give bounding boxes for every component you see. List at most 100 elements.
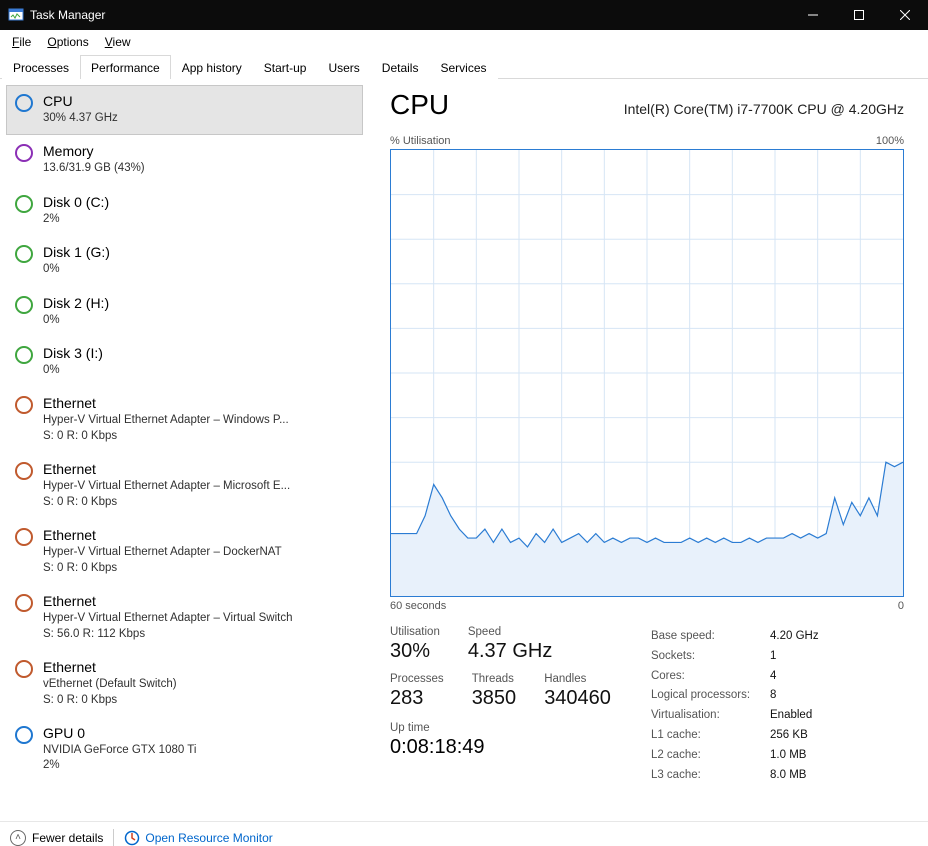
sidebar-item-title: GPU 0: [43, 724, 196, 743]
sidebar-item-sub: vEthernet (Default Switch): [43, 677, 177, 693]
detail-row: Logical processors:8: [651, 687, 819, 705]
sidebar-item-cpu[interactable]: CPU30% 4.37 GHz: [6, 85, 363, 135]
tab-performance[interactable]: Performance: [80, 55, 171, 79]
chevron-up-icon[interactable]: ˄: [10, 830, 26, 846]
mem-icon: [15, 144, 33, 162]
detail-row: Base speed:4.20 GHz: [651, 628, 819, 646]
detail-row: Cores:4: [651, 668, 819, 686]
cpu-model: Intel(R) Core(TM) i7-7700K CPU @ 4.20GHz: [624, 101, 904, 117]
chart-label-top-right: 100%: [876, 135, 904, 147]
sidebar-item-sub: 2%: [43, 758, 196, 774]
maximize-button[interactable]: [836, 0, 882, 30]
detail-row: L2 cache:1.0 MB: [651, 747, 819, 765]
page-title: CPU: [390, 89, 449, 121]
sidebar-item-title: Disk 3 (I:): [43, 344, 103, 363]
sidebar-item-ethernet[interactable]: EthernetHyper-V Virtual Ethernet Adapter…: [6, 585, 363, 651]
stat-utilisation: Utilisation30%: [390, 626, 440, 663]
net-icon: [15, 462, 33, 480]
app-icon: [8, 7, 24, 23]
sidebar-item-title: Ethernet: [43, 592, 293, 611]
net-icon: [15, 594, 33, 612]
gpu-icon: [15, 726, 33, 744]
net-icon: [15, 396, 33, 414]
cpu-details-table: Base speed:4.20 GHz Sockets:1 Cores:4Logic…: [649, 626, 821, 787]
stat-speed: Speed4.37 GHz: [468, 626, 552, 663]
detail-row: L3 cache:8.0 MB: [651, 767, 819, 785]
disk-icon: [15, 346, 33, 364]
sidebar-item-title: Disk 2 (H:): [43, 294, 109, 313]
sidebar-item-ethernet[interactable]: EthernetHyper-V Virtual Ethernet Adapter…: [6, 387, 363, 453]
sidebar-item-sub: 0%: [43, 363, 103, 379]
net-icon: [15, 660, 33, 678]
cpu-icon: [15, 94, 33, 112]
sidebar-item-sub: S: 0 R: 0 Kbps: [43, 495, 290, 511]
disk-icon: [15, 296, 33, 314]
sidebar-item-title: Disk 0 (C:): [43, 193, 109, 212]
window-title: Task Manager: [30, 8, 790, 22]
sidebar-item-sub: Hyper-V Virtual Ethernet Adapter – Docke…: [43, 545, 282, 561]
sidebar: CPU30% 4.37 GHzMemory13.6/31.9 GB (43%)D…: [0, 79, 368, 821]
resource-monitor-icon: [124, 830, 140, 846]
chart-label-bot-left: 60 seconds: [390, 600, 446, 612]
uptime-value: 0:08:18:49: [390, 736, 639, 759]
disk-icon: [15, 195, 33, 213]
menu-options[interactable]: Options: [39, 33, 96, 51]
sidebar-item-gpu-0[interactable]: GPU 0NVIDIA GeForce GTX 1080 Ti2%: [6, 717, 363, 783]
chart-label-bot-right: 0: [898, 600, 904, 612]
sidebar-item-disk-0-c-[interactable]: Disk 0 (C:)2%: [6, 186, 363, 236]
sidebar-item-title: Disk 1 (G:): [43, 243, 110, 262]
sidebar-item-sub: Hyper-V Virtual Ethernet Adapter – Micro…: [43, 479, 290, 495]
sidebar-item-sub: 2%: [43, 212, 109, 228]
cpu-utilisation-chart: [390, 149, 904, 597]
stat-handles: Handles340460: [544, 673, 611, 710]
sidebar-item-sub: S: 0 R: 0 Kbps: [43, 429, 289, 445]
tab-start-up[interactable]: Start-up: [253, 55, 318, 79]
chart-label-top-left: % Utilisation: [390, 135, 451, 147]
tab-app-history[interactable]: App history: [171, 55, 253, 79]
disk-icon: [15, 245, 33, 263]
sidebar-item-title: Ethernet: [43, 460, 290, 479]
menu-view[interactable]: View: [97, 33, 139, 51]
sidebar-item-sub: S: 0 R: 0 Kbps: [43, 561, 282, 577]
menubar: FileOptionsView: [0, 30, 928, 54]
fewer-details-link[interactable]: Fewer details: [32, 831, 103, 845]
menu-file[interactable]: File: [4, 33, 39, 51]
tab-strip: ProcessesPerformanceApp historyStart-upU…: [0, 54, 928, 79]
sidebar-item-ethernet[interactable]: EthernetHyper-V Virtual Ethernet Adapter…: [6, 519, 363, 585]
tab-processes[interactable]: Processes: [2, 55, 80, 79]
uptime-label: Up time: [390, 722, 639, 734]
sidebar-item-title: Ethernet: [43, 394, 289, 413]
open-resource-monitor-link[interactable]: Open Resource Monitor: [145, 831, 272, 845]
sidebar-item-sub: 13.6/31.9 GB (43%): [43, 161, 145, 177]
sidebar-item-sub: Hyper-V Virtual Ethernet Adapter – Windo…: [43, 413, 289, 429]
sidebar-item-sub: 30% 4.37 GHz: [43, 111, 118, 127]
sidebar-item-disk-1-g-[interactable]: Disk 1 (G:)0%: [6, 236, 363, 286]
stat-processes: Processes283: [390, 673, 444, 710]
sidebar-item-title: Memory: [43, 142, 145, 161]
tab-services[interactable]: Services: [429, 55, 497, 79]
sidebar-item-sub: NVIDIA GeForce GTX 1080 Ti: [43, 743, 196, 759]
tab-users[interactable]: Users: [317, 55, 370, 79]
sidebar-item-sub: Hyper-V Virtual Ethernet Adapter – Virtu…: [43, 611, 293, 627]
footer: ˄ Fewer details Open Resource Monitor: [0, 821, 928, 846]
sidebar-item-title: CPU: [43, 92, 118, 111]
minimize-button[interactable]: [790, 0, 836, 30]
sidebar-item-memory[interactable]: Memory13.6/31.9 GB (43%): [6, 135, 363, 185]
sidebar-item-ethernet[interactable]: EthernetHyper-V Virtual Ethernet Adapter…: [6, 453, 363, 519]
detail-row: Virtualisation:Enabled: [651, 707, 819, 725]
detail-row: Sockets:1: [651, 648, 819, 666]
sidebar-item-disk-3-i-[interactable]: Disk 3 (I:)0%: [6, 337, 363, 387]
sidebar-item-ethernet[interactable]: EthernetvEthernet (Default Switch)S: 0 R…: [6, 651, 363, 717]
close-button[interactable]: [882, 0, 928, 30]
tab-details[interactable]: Details: [371, 55, 430, 79]
sidebar-item-sub: 0%: [43, 262, 110, 278]
titlebar: Task Manager: [0, 0, 928, 30]
detail-row: L1 cache:256 KB: [651, 727, 819, 745]
sidebar-item-sub: S: 56.0 R: 112 Kbps: [43, 627, 293, 643]
sidebar-item-disk-2-h-[interactable]: Disk 2 (H:)0%: [6, 287, 363, 337]
net-icon: [15, 528, 33, 546]
sidebar-item-sub: 0%: [43, 313, 109, 329]
sidebar-item-title: Ethernet: [43, 526, 282, 545]
main-panel: CPU Intel(R) Core(TM) i7-7700K CPU @ 4.2…: [368, 79, 928, 821]
stat-threads: Threads3850: [472, 673, 517, 710]
